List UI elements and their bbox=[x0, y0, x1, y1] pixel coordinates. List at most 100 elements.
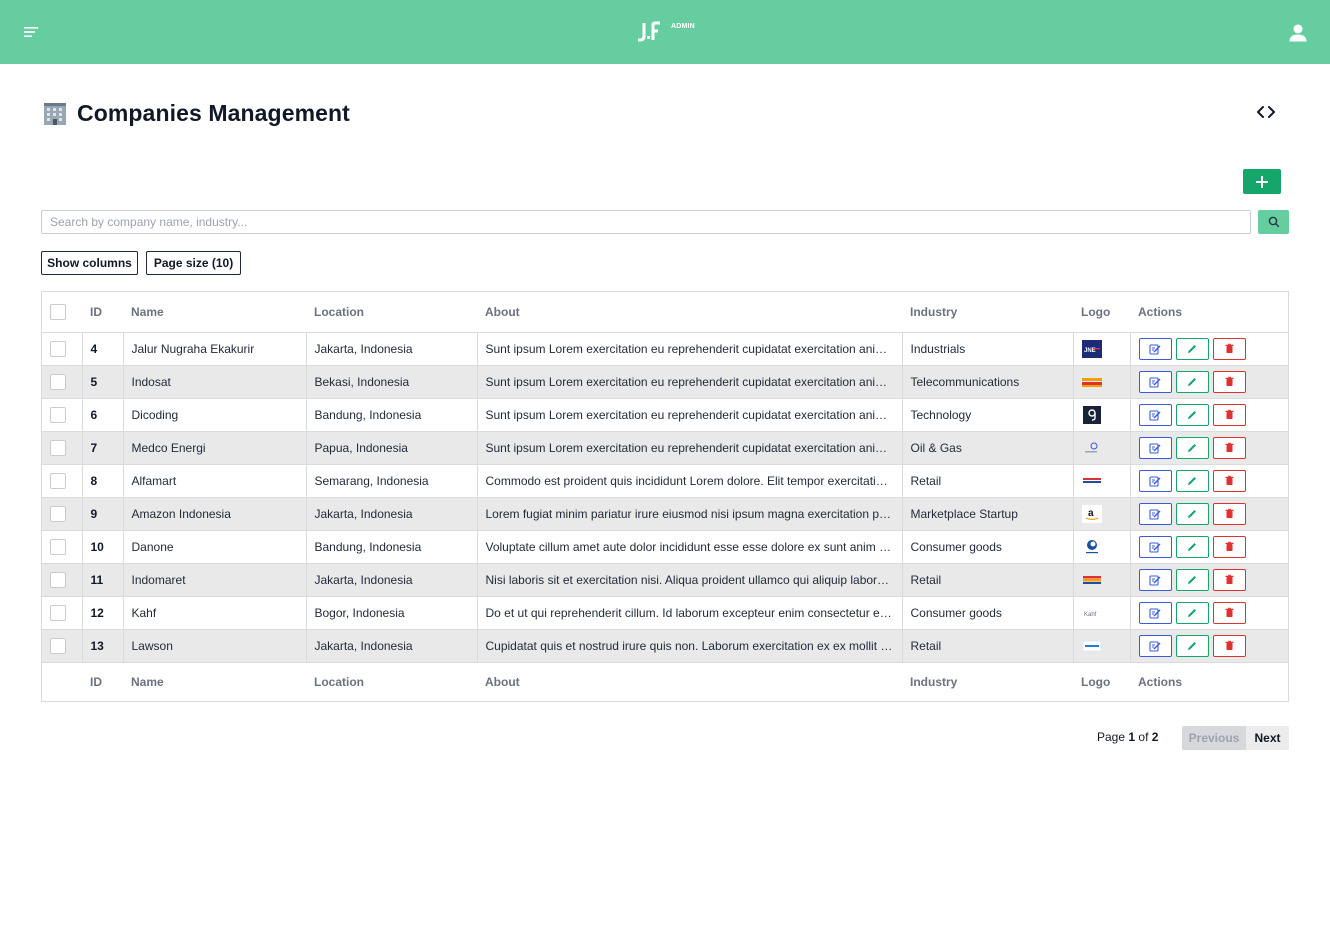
row-checkbox[interactable] bbox=[50, 505, 66, 522]
edit-button[interactable] bbox=[1175, 601, 1209, 624]
delete-button[interactable] bbox=[1212, 634, 1246, 657]
view-details-icon bbox=[1149, 640, 1161, 652]
cell-location: Bekasi, Indonesia bbox=[306, 365, 478, 399]
table-row[interactable]: 6 Dicoding Bandung, Indonesia Sunt ipsum Lo… bbox=[42, 398, 1288, 432]
dicoding-logo bbox=[1082, 405, 1122, 424]
show-columns-button[interactable]: Show columns bbox=[41, 251, 138, 275]
search-input[interactable] bbox=[41, 210, 1251, 234]
delete-button[interactable] bbox=[1212, 436, 1246, 459]
delete-button[interactable] bbox=[1212, 502, 1246, 525]
cell-name: Dicoding bbox=[123, 398, 307, 432]
edit-button[interactable] bbox=[1175, 469, 1209, 492]
delete-button[interactable] bbox=[1212, 403, 1246, 426]
column-header-id[interactable]: ID bbox=[82, 292, 123, 333]
cell-about: Do et ut qui reprehenderit cillum. Id la… bbox=[477, 596, 903, 630]
table-row[interactable]: 10 Danone Bandung, Indonesia Voluptate cill… bbox=[42, 530, 1288, 564]
row-checkbox[interactable] bbox=[50, 340, 66, 357]
view-button[interactable] bbox=[1138, 568, 1172, 591]
cell-about: Lorem fugiat minim pariatur irure eiusmo… bbox=[477, 497, 903, 531]
row-checkbox[interactable] bbox=[50, 406, 66, 423]
table-row[interactable]: 7 Medco Energi Papua, Indonesia Sunt ipsum … bbox=[42, 431, 1288, 465]
lawson-logo bbox=[1082, 637, 1122, 655]
row-select-cell bbox=[42, 431, 83, 465]
cell-actions bbox=[1130, 398, 1288, 432]
search-button[interactable] bbox=[1258, 210, 1289, 234]
edit-button[interactable] bbox=[1175, 337, 1209, 360]
cell-about: Voluptate cillum amet aute dolor incidid… bbox=[477, 530, 903, 564]
table-row[interactable]: 5 Indosat Bekasi, Indonesia Sunt ipsum Lore… bbox=[42, 365, 1288, 399]
table-row[interactable]: 11 Indomaret Jakarta, Indonesia Nisi labori… bbox=[42, 563, 1288, 597]
next-page-button[interactable]: Next bbox=[1246, 726, 1289, 750]
view-button[interactable] bbox=[1138, 502, 1172, 525]
previous-page-button[interactable]: Previous bbox=[1182, 726, 1246, 750]
table-row[interactable]: 9 Amazon Indonesia Jakarta, Indonesia Lorem… bbox=[42, 497, 1288, 531]
view-button[interactable] bbox=[1138, 535, 1172, 558]
footer-header-logo: Logo bbox=[1073, 661, 1130, 701]
view-button[interactable] bbox=[1138, 634, 1172, 657]
cell-logo bbox=[1073, 365, 1131, 399]
delete-button[interactable] bbox=[1212, 337, 1246, 360]
delete-button[interactable] bbox=[1212, 601, 1246, 624]
edit-button[interactable] bbox=[1175, 502, 1209, 525]
edit-button[interactable] bbox=[1175, 535, 1209, 558]
view-button[interactable] bbox=[1138, 337, 1172, 360]
row-select-cell bbox=[42, 629, 83, 662]
row-checkbox[interactable] bbox=[50, 571, 66, 588]
row-checkbox[interactable] bbox=[50, 637, 66, 654]
add-company-button[interactable] bbox=[1243, 169, 1281, 194]
edit-pencil-icon bbox=[1188, 542, 1196, 551]
select-all-checkbox[interactable] bbox=[50, 303, 66, 320]
view-details-icon bbox=[1149, 442, 1161, 454]
table-row[interactable]: 8 Alfamart Semarang, Indonesia Commodo est … bbox=[42, 464, 1288, 498]
code-brackets-icon[interactable] bbox=[1253, 100, 1279, 124]
user-icon[interactable] bbox=[1286, 21, 1310, 45]
column-header-location[interactable]: Location bbox=[306, 292, 477, 333]
edit-button[interactable] bbox=[1175, 634, 1209, 657]
view-button[interactable] bbox=[1138, 469, 1172, 492]
cell-actions bbox=[1130, 332, 1288, 366]
delete-button[interactable] bbox=[1212, 370, 1246, 393]
cell-logo bbox=[1073, 398, 1131, 432]
page-prefix: Page bbox=[1097, 730, 1126, 744]
table-row[interactable]: 12 Kahf Bogor, Indonesia Do et ut qui repre… bbox=[42, 596, 1288, 630]
view-button[interactable] bbox=[1138, 370, 1172, 393]
row-checkbox[interactable] bbox=[50, 373, 66, 390]
cell-industry: Retail bbox=[902, 563, 1074, 597]
amazon-logo: a bbox=[1081, 504, 1122, 523]
cell-about: Sunt ipsum Lorem exercitation eu reprehe… bbox=[477, 398, 903, 432]
delete-button[interactable] bbox=[1212, 535, 1246, 558]
view-details-icon bbox=[1149, 508, 1161, 520]
row-checkbox[interactable] bbox=[50, 472, 66, 489]
row-checkbox[interactable] bbox=[50, 538, 66, 555]
view-button[interactable] bbox=[1138, 436, 1172, 459]
table-row[interactable]: 4 Jalur Nugraha Ekakurir Jakarta, Indonesi… bbox=[42, 332, 1288, 366]
search-icon bbox=[1268, 216, 1279, 228]
view-button[interactable] bbox=[1138, 601, 1172, 624]
column-header-name[interactable]: Name bbox=[123, 292, 306, 333]
current-page: 1 bbox=[1128, 730, 1136, 744]
cell-location: Bandung, Indonesia bbox=[306, 398, 478, 432]
menu-icon[interactable] bbox=[22, 22, 42, 42]
row-select-cell bbox=[42, 464, 83, 498]
footer-header-location: Location bbox=[306, 661, 477, 701]
view-button[interactable] bbox=[1138, 403, 1172, 426]
edit-button[interactable] bbox=[1175, 370, 1209, 393]
cell-actions bbox=[1130, 464, 1288, 498]
table-row[interactable]: 13 Lawson Jakarta, Indonesia Cupidatat quis… bbox=[42, 629, 1288, 662]
column-header-about[interactable]: About bbox=[477, 292, 902, 333]
cell-actions bbox=[1130, 563, 1288, 597]
svg-text:a: a bbox=[1088, 508, 1094, 519]
brand-logo[interactable] bbox=[636, 20, 662, 44]
delete-button[interactable] bbox=[1212, 568, 1246, 591]
column-header-industry[interactable]: Industry bbox=[902, 292, 1073, 333]
row-checkbox[interactable] bbox=[50, 604, 66, 621]
delete-button[interactable] bbox=[1212, 469, 1246, 492]
row-select-cell bbox=[42, 332, 83, 366]
row-checkbox[interactable] bbox=[50, 439, 66, 456]
edit-button[interactable] bbox=[1175, 403, 1209, 426]
edit-button[interactable] bbox=[1175, 568, 1209, 591]
page-size-button[interactable]: Page size (10) bbox=[146, 251, 241, 275]
cell-name: Indomaret bbox=[123, 563, 307, 597]
edit-button[interactable] bbox=[1175, 436, 1209, 459]
cell-industry: Consumer goods bbox=[902, 596, 1074, 630]
